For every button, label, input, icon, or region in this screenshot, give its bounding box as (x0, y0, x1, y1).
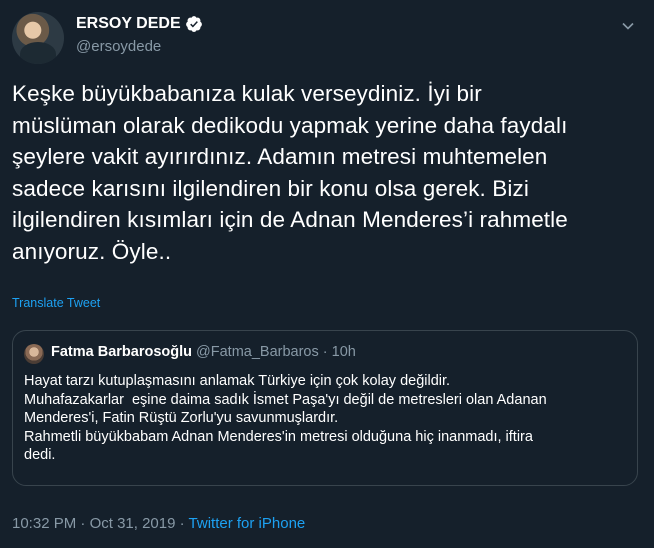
quoted-display-name: Fatma Barbarosoğlu (51, 344, 192, 360)
footer-separator: · (80, 515, 86, 532)
tweet-line: Keşke büyükbabanıza kulak verseydiniz. İ… (12, 81, 482, 106)
quoted-line: Menderes'i, Fatin Rüştü Zorlu'yu savunmu… (24, 410, 339, 426)
verified-badge-icon (185, 16, 202, 32)
quoted-avatar (24, 344, 44, 364)
tweet-source-link[interactable]: Twitter for iPhone (189, 515, 306, 532)
quoted-header: Fatma Barbarosoğlu @Fatma_Barbaros · 10h (51, 344, 356, 360)
quoted-text: Hayat tarzı kutuplaşmasını anlamak Türki… (24, 372, 624, 465)
tweet-line: şeylere vakit ayırırdınız. Adamın metres… (12, 144, 548, 169)
tweet-text: Keşke büyükbabanıza kulak verseydiniz. İ… (12, 78, 642, 267)
tweet-footer: 10:32 PM · Oct 31, 2019 · Twitter for iP… (12, 515, 305, 532)
author-handle[interactable]: @ersoydede (76, 38, 161, 55)
quoted-line: Muhafazakarlar eşine daima sadık İsmet P… (24, 391, 547, 408)
tweet-time[interactable]: 10:32 PM (12, 515, 76, 532)
tweet-line: anıyoruz. Öyle.. (12, 238, 172, 264)
display-name[interactable]: ERSOY DEDE (76, 15, 181, 33)
tweet-line: sadece karısını ilgilendiren bir konu ol… (12, 175, 529, 201)
footer-separator: · (179, 515, 185, 532)
translate-tweet-link[interactable]: Translate Tweet (12, 296, 100, 310)
quoted-tweet[interactable]: Fatma Barbarosoğlu @Fatma_Barbaros · 10h… (12, 330, 638, 486)
tweet-line: ilgilendiren kısımları için de Adnan Men… (12, 207, 568, 232)
author-name-row[interactable]: ERSOY DEDE (76, 15, 203, 33)
avatar[interactable] (12, 12, 64, 64)
quoted-time: 10h (331, 344, 356, 360)
tweet-line: müslüman olarak dedikodu yapmak yerine d… (12, 112, 568, 138)
quoted-line: Hayat tarzı kutuplaşmasını anlamak Türki… (24, 373, 451, 389)
quoted-line: Rahmetli büyükbabam Adnan Menderes'in me… (24, 428, 533, 445)
tweet-date[interactable]: Oct 31, 2019 (90, 515, 176, 532)
quoted-line: dedi. (24, 447, 56, 463)
chevron-down-icon[interactable] (618, 16, 638, 36)
tweet-header: ERSOY DEDE @ersoydede (12, 12, 642, 64)
quoted-handle: @Fatma_Barbaros (196, 344, 319, 360)
quoted-separator: · (322, 344, 328, 360)
